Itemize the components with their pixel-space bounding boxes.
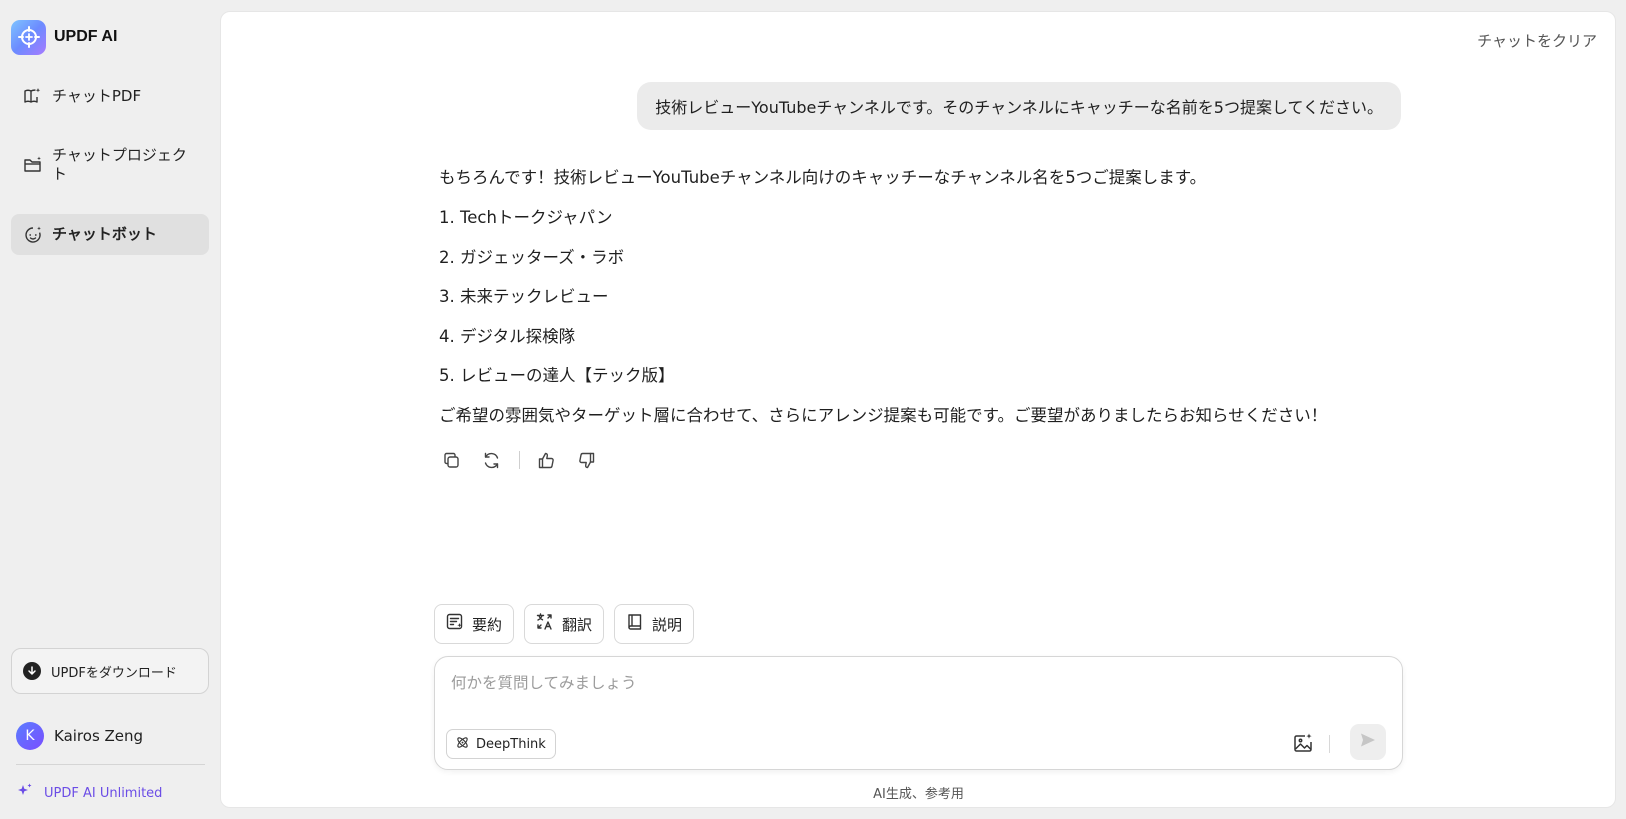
sidebar-item-chatbot[interactable]: チャットボット — [11, 214, 209, 255]
message-actions — [439, 448, 598, 472]
list-item: 5. レビューの達人【テック版】 — [439, 366, 675, 385]
sidebar-item-chat-pdf[interactable]: チャットPDF — [11, 77, 209, 115]
clear-chat-button[interactable]: チャットをクリア — [1477, 30, 1597, 51]
download-icon — [23, 662, 41, 680]
bot-icon — [23, 225, 43, 245]
ai-disclaimer: AI生成、参考用 — [873, 787, 964, 802]
sidebar-item-label: チャットボット — [52, 225, 157, 243]
chat-composer: DeepThink — [434, 656, 1403, 770]
sidebar-item-label: チャットPDF — [52, 86, 142, 105]
deepthink-toggle[interactable]: DeepThink — [446, 729, 556, 759]
regenerate-icon[interactable] — [479, 448, 503, 472]
sidebar: UPDF AI チャットPDF チャットプロジェクト チャットボット UPDFを… — [0, 0, 220, 819]
deepthink-label: DeepThink — [476, 736, 546, 752]
download-updf-button[interactable]: UPDFをダウンロード — [11, 648, 209, 694]
avatar: K — [16, 722, 44, 750]
sidebar-item-label: チャットプロジェクト — [52, 146, 187, 183]
thumbs-down-icon[interactable] — [574, 448, 598, 472]
answer-outro: ご希望の雰囲気やターゲット層に合わせて、さらにアレンジ提案も可能です。ご要望があ… — [439, 405, 1328, 425]
brand[interactable]: UPDF AI — [11, 19, 117, 55]
book-ai-icon — [23, 86, 43, 106]
list-item: 1. Techトークジャパン — [439, 208, 613, 227]
user-message: 技術レビューYouTubeチャンネルです。そのチャンネルにキャッチーな名前を5つ… — [637, 82, 1401, 130]
explain-label: 説明 — [652, 615, 683, 634]
upgrade-link[interactable]: UPDF AI Unlimited — [16, 782, 162, 804]
summary-button[interactable]: 要約 — [434, 604, 515, 644]
download-label: UPDFをダウンロード — [51, 665, 177, 681]
folder-icon — [23, 155, 43, 175]
summary-icon — [445, 612, 465, 636]
list-item: 4. デジタル探検隊 — [439, 326, 576, 346]
user-profile[interactable]: K Kairos Zeng — [16, 722, 143, 750]
user-name: Kairos Zeng — [54, 727, 144, 745]
list-item: 3. 未来テックレビュー — [439, 287, 609, 306]
upgrade-label: UPDF AI Unlimited — [44, 785, 163, 801]
atom-icon — [455, 735, 470, 754]
chat-input[interactable] — [451, 671, 1381, 701]
thumbs-up-icon[interactable] — [534, 448, 558, 472]
translate-icon — [535, 612, 555, 636]
image-upload-icon[interactable] — [1289, 729, 1317, 757]
list-item: 2. ガジェッターズ・ラボ — [439, 247, 625, 267]
book-icon — [625, 612, 645, 636]
answer-intro: もちろんです！技術レビューYouTubeチャンネル向けのキャッチーなチャンネル名… — [439, 168, 1207, 187]
quick-actions: 要約 翻訳 説明 — [434, 604, 704, 644]
translate-label: 翻訳 — [562, 615, 593, 634]
send-icon — [1359, 731, 1377, 753]
divider — [16, 764, 205, 765]
translate-button[interactable]: 翻訳 — [524, 604, 605, 644]
send-button[interactable] — [1350, 724, 1386, 760]
sidebar-item-chat-project[interactable]: チャットプロジェクト — [11, 143, 209, 187]
brand-name: UPDF AI — [54, 28, 118, 45]
summary-label: 要約 — [472, 615, 503, 634]
sparkle-icon — [16, 782, 34, 804]
divider — [1329, 735, 1330, 753]
assistant-message: もちろんです！技術レビューYouTubeチャンネル向けのキャッチーなチャンネル名… — [439, 166, 1389, 428]
updf-logo-icon — [11, 19, 46, 55]
divider — [519, 451, 520, 469]
explain-button[interactable]: 説明 — [614, 604, 695, 644]
chat-panel: チャットをクリア 技術レビューYouTubeチャンネルです。そのチャンネルにキャ… — [220, 11, 1616, 808]
copy-icon[interactable] — [439, 448, 463, 472]
